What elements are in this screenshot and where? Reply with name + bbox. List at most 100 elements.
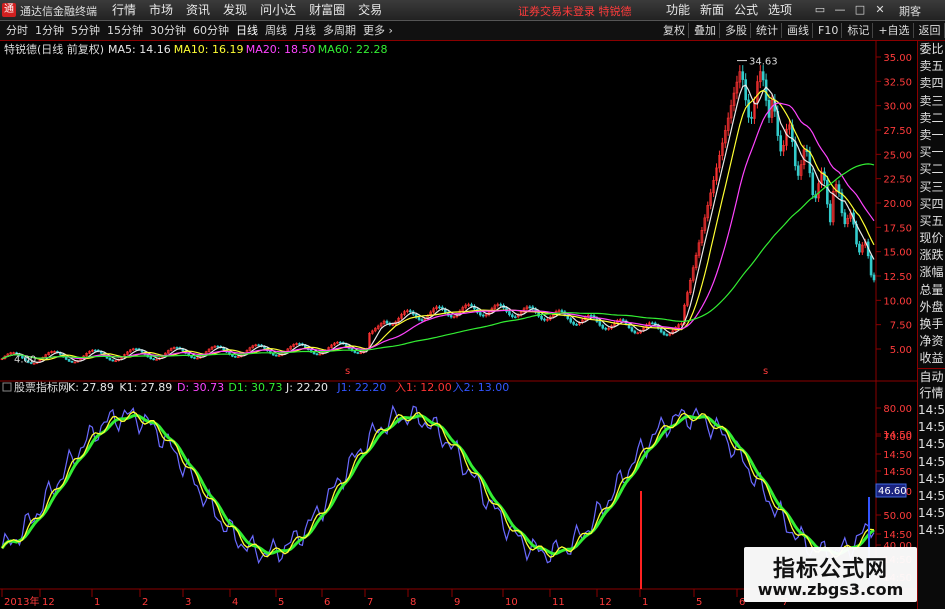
price-tick-label: 30.00	[883, 102, 912, 113]
stock-chart[interactable]: 特锐德(日线 前复权) MA5: 14.16 MA10: 16.19 MA20: 1…	[0, 41, 917, 609]
side-tab[interactable]: 外盘	[918, 299, 945, 316]
menu-item-quotes[interactable]: 行情	[112, 2, 136, 18]
candle-body	[175, 347, 179, 349]
menu-item-formula[interactable]: 公式	[734, 2, 758, 18]
menu-item-trade[interactable]: 交易	[358, 2, 382, 18]
price-tick-label: 10.00	[883, 296, 912, 307]
side-tab[interactable]: 卖三	[918, 93, 945, 110]
side-tab[interactable]: 卖二	[918, 110, 945, 127]
period-tabs: 分时 1分钟 5分钟 15分钟 30分钟 60分钟 日线 周线 月线 多周期 更…	[6, 23, 393, 38]
side-tab[interactable]: 买一	[918, 144, 945, 161]
side-tab[interactable]: 换手	[918, 316, 945, 333]
side-tab[interactable]: 14:50	[918, 488, 945, 505]
candle-body	[575, 324, 578, 326]
menu-item-discover[interactable]: 发现	[223, 2, 247, 18]
overlay-button[interactable]: 叠加	[691, 23, 720, 38]
candle-body	[543, 318, 546, 321]
side-tab[interactable]: 行情	[918, 385, 945, 402]
side-tab[interactable]: 现价	[918, 230, 945, 247]
menu-item-news[interactable]: 资讯	[186, 2, 210, 18]
side-tab[interactable]: 14:50	[918, 522, 945, 539]
candle-body	[134, 348, 138, 351]
event-marker[interactable]: s	[763, 366, 768, 377]
candle-body	[438, 306, 441, 309]
side-tab[interactable]: 涨跌	[918, 247, 945, 264]
side-tab[interactable]: 买五	[918, 213, 945, 230]
minimize-icon[interactable]: —	[831, 1, 849, 18]
watermark-cn: 指标公式网	[772, 557, 888, 582]
indicator-tick-label: 50.00	[883, 511, 912, 522]
candle-body	[764, 79, 768, 101]
tab-daily[interactable]: 日线	[236, 23, 258, 38]
side-tab[interactable]: 14:50	[918, 471, 945, 488]
draw-line-button[interactable]: 画线	[784, 23, 813, 38]
account-label[interactable]: 期客	[899, 3, 921, 19]
candle-body	[298, 343, 301, 345]
quote-side-panel: 委比 卖五 卖四 卖三 卖二 卖一 买一 买二 买三 买四 买五 现价 涨跌 涨幅 总量 外盘 换手 净资 收益 自动…	[917, 41, 945, 609]
tab-1min[interactable]: 1分钟	[35, 23, 64, 38]
back-button[interactable]: 返回	[916, 23, 945, 38]
tab-15min[interactable]: 15分钟	[107, 23, 143, 38]
side-tab[interactable]: 买三	[918, 179, 945, 196]
restore-icon[interactable]: ▭	[811, 1, 829, 18]
side-tab[interactable]: 14:50	[918, 402, 945, 419]
tab-monthly[interactable]: 月线	[294, 23, 316, 38]
indicator-value: D: 30.73	[177, 381, 224, 394]
side-tab[interactable]: 14:50	[918, 505, 945, 522]
side-tab[interactable]: 卖五	[918, 58, 945, 75]
candle-body	[793, 141, 797, 167]
multi-stock-button[interactable]: 多股	[722, 23, 751, 38]
ma-label: MA5: 14.16	[108, 43, 171, 56]
side-tab[interactable]: 卖一	[918, 127, 945, 144]
login-status[interactable]: 证券交易未登录 特锐德	[518, 3, 632, 19]
side-tab[interactable]: 委比	[918, 41, 945, 58]
watermark-url: www.zbgs3.com	[757, 580, 904, 599]
side-tab[interactable]: 买二	[918, 161, 945, 178]
menu-item-layout[interactable]: 新面	[700, 2, 724, 18]
app-logo-icon: 通	[2, 3, 16, 17]
candle-body	[750, 116, 753, 119]
tab-intraday[interactable]: 分时	[6, 23, 28, 38]
tab-30min[interactable]: 30分钟	[150, 23, 186, 38]
maximize-icon[interactable]: □	[851, 1, 869, 18]
mark-button[interactable]: 标记	[844, 23, 874, 38]
side-tab[interactable]: 涨幅	[918, 264, 945, 281]
event-marker[interactable]: s	[345, 366, 350, 377]
side-tab[interactable]: 收益	[918, 350, 945, 367]
ma-label: MA60: 22.28	[318, 43, 388, 56]
candle-body	[94, 349, 97, 352]
candle-body	[761, 71, 765, 81]
tab-multi-period[interactable]: 多周期	[323, 23, 356, 38]
tab-weekly[interactable]: 周线	[265, 23, 287, 38]
side-tab[interactable]: 买四	[918, 196, 945, 213]
menu-item-wealth[interactable]: 财富圈	[309, 2, 345, 18]
candle-body	[481, 314, 485, 317]
tab-more[interactable]: 更多 ›	[363, 23, 393, 38]
side-tab[interactable]: 14:50	[918, 419, 945, 436]
menu-item-function[interactable]: 功能	[666, 2, 690, 18]
menu-item-ask[interactable]: 问小达	[260, 2, 296, 18]
menu-item-options[interactable]: 选项	[768, 2, 792, 18]
menu-item-market[interactable]: 市场	[149, 2, 173, 18]
main-menu: 行情 市场 资讯 发现 问小达 财富圈 交易	[112, 2, 382, 18]
side-tab[interactable]: 14:50	[918, 436, 945, 453]
candle-body	[353, 350, 357, 353]
tab-60min[interactable]: 60分钟	[193, 23, 229, 38]
close-icon[interactable]: ✕	[871, 1, 889, 18]
side-tab[interactable]: 净资	[918, 333, 945, 350]
stats-button[interactable]: 统计	[753, 23, 782, 38]
f10-button[interactable]: F10	[815, 23, 843, 38]
add-watchlist-button[interactable]: +自选	[875, 23, 914, 38]
price-tick-label: 27.50	[883, 126, 912, 137]
indicator-value: 入1: 12.00	[395, 381, 452, 394]
side-tab[interactable]: 卖四	[918, 75, 945, 92]
tab-5min[interactable]: 5分钟	[71, 23, 100, 38]
candle-body	[630, 327, 634, 332]
price-header: 特锐德(日线 前复权) MA5: 14.16 MA10: 16.19 MA20: 1…	[4, 42, 388, 56]
side-tab[interactable]: 14:50	[918, 454, 945, 471]
side-tab[interactable]: 自动	[918, 367, 945, 385]
adjust-button[interactable]: 复权	[660, 23, 689, 38]
candle-body	[747, 99, 750, 118]
candle-body	[193, 357, 196, 359]
side-tab[interactable]: 总量	[918, 282, 945, 299]
